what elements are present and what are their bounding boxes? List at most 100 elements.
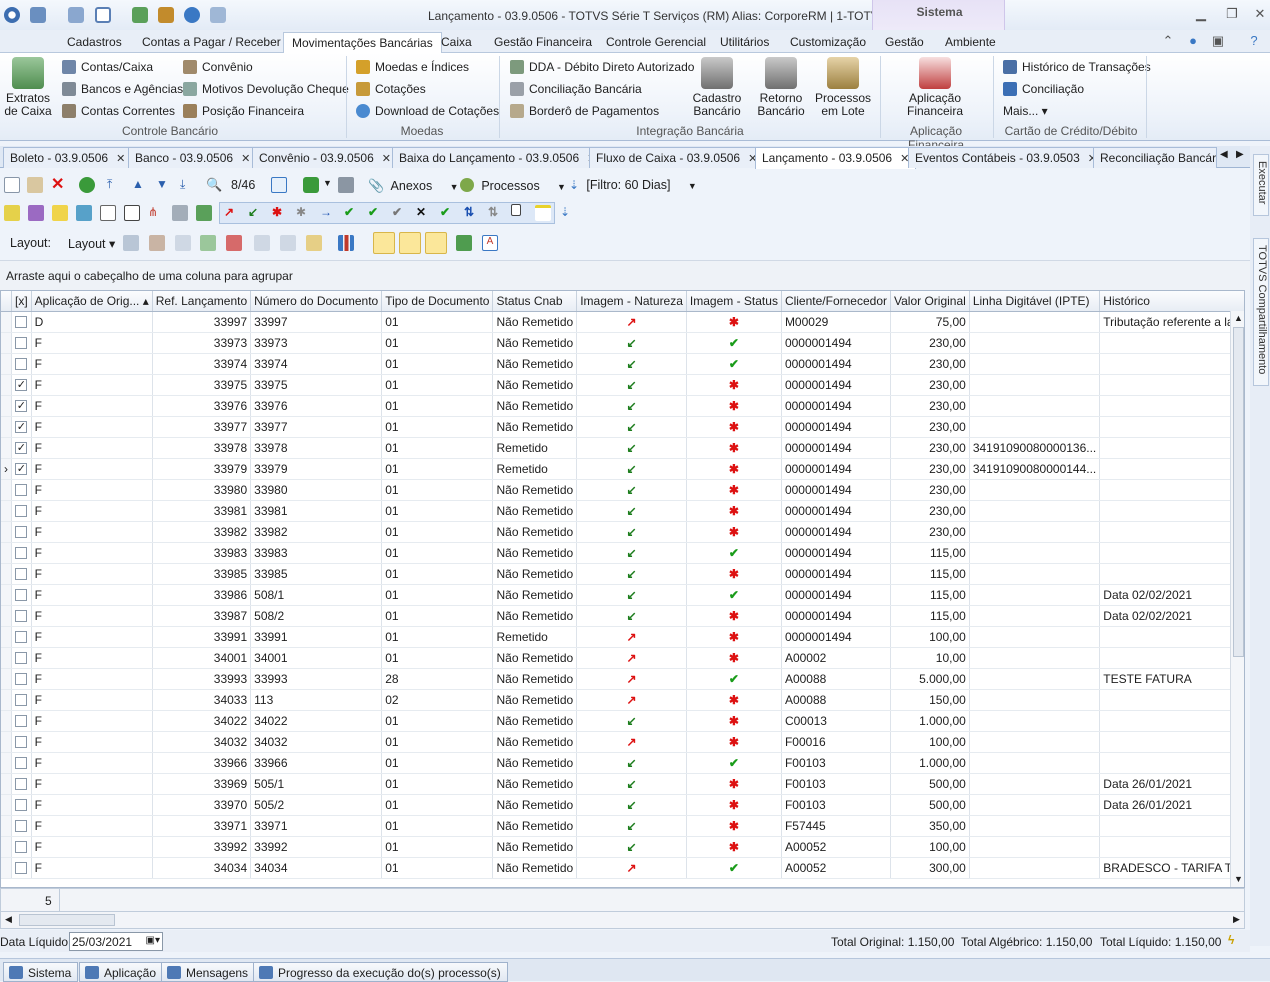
table-cell[interactable]: 115,00	[890, 605, 970, 627]
table-cell[interactable]: 34001	[250, 647, 383, 669]
table-cell[interactable]: 300,00	[890, 857, 970, 879]
table-cell[interactable]: 33982	[250, 521, 383, 543]
table-cell[interactable]: 33991	[152, 626, 252, 648]
contas-correntes-item[interactable]: Contas Correntes	[62, 104, 175, 118]
checkbox[interactable]	[15, 589, 28, 602]
table-cell[interactable]: 33979	[250, 458, 383, 480]
table-cell[interactable]: 230,00	[890, 332, 970, 354]
table-cell[interactable]: 0000001494	[781, 500, 892, 522]
table-cell[interactable]: 505/1	[250, 773, 383, 795]
status-cell[interactable]: ✱	[686, 605, 782, 627]
collapse-ribbon-icon[interactable]: ⌃	[1160, 33, 1176, 49]
blue-updown-icon[interactable]: ⇅	[464, 205, 480, 221]
previous-record-icon[interactable]: ▲	[132, 177, 148, 193]
table-cell[interactable]: Não Remetido	[492, 689, 578, 711]
extratos-caixa-button[interactable]: Extratos de Caixa	[4, 57, 52, 118]
table-cell[interactable]: 0000001494	[781, 584, 892, 606]
table-cell[interactable]	[969, 752, 1101, 774]
status-cell[interactable]: ✱	[686, 689, 782, 711]
status-cell[interactable]: ✱	[686, 710, 782, 732]
export-icon[interactable]	[132, 7, 148, 23]
cotacoes-item[interactable]: Cotações	[356, 82, 426, 96]
column-header[interactable]: Número do Documento	[250, 291, 383, 312]
select-checkbox[interactable]: ✓	[11, 395, 32, 417]
bancos-agencias-item[interactable]: Bancos e Agências	[62, 82, 183, 96]
select-checkbox[interactable]	[11, 815, 32, 837]
tab-gestao[interactable]: Gestão	[877, 32, 932, 53]
table-cell[interactable]	[969, 563, 1101, 585]
table-cell[interactable]: F	[31, 542, 153, 564]
table-cell[interactable]: 115,00	[890, 542, 970, 564]
table-cell[interactable]	[1099, 689, 1244, 711]
tab-contas-pagar-receber[interactable]: Contas a Pagar / Receber	[134, 32, 289, 53]
table-cell[interactable]: F	[31, 773, 153, 795]
refresh-icon[interactable]	[79, 177, 95, 193]
table-row[interactable]: F 34034 34034 01 Não Remetido ↗ ✔ A00052 300,00 B…	[1, 857, 1244, 879]
table-cell[interactable]	[969, 668, 1101, 690]
monitor-icon[interactable]	[68, 7, 84, 23]
select-checkbox[interactable]	[11, 857, 32, 879]
status-cell[interactable]: ✱	[686, 479, 782, 501]
table-cell[interactable]: Não Remetido	[492, 752, 578, 774]
table-cell[interactable]: 33966	[152, 752, 252, 774]
table-cell[interactable]: 01	[381, 479, 494, 501]
table-row[interactable]: D 33997 33997 01 Não Remetido ↗ ✱ M00029 75,00 Tr…	[1, 311, 1244, 333]
table-cell[interactable]	[969, 689, 1101, 711]
horizontal-scrollbar[interactable]: ◀ ▶	[0, 911, 1245, 929]
table-cell[interactable]: Tributação referente a la	[1099, 311, 1244, 333]
natureza-cell[interactable]: ↙	[576, 374, 687, 396]
checkbox[interactable]: ✓	[15, 379, 28, 392]
filter-button[interactable]: ⇣ [Filtro: 60 Dias] ▼	[569, 175, 697, 197]
app-logo-icon[interactable]	[4, 7, 20, 23]
green-printer-icon[interactable]	[196, 205, 212, 221]
checkbox[interactable]	[15, 568, 28, 581]
natureza-cell[interactable]: ↙	[576, 836, 687, 858]
table-cell[interactable]: 34191090080000144...	[969, 458, 1101, 480]
close-icon[interactable]: ✕	[241, 153, 250, 165]
status-cell[interactable]: ✱	[686, 731, 782, 753]
natureza-cell[interactable]: ↙	[576, 752, 687, 774]
payment-icon[interactable]	[124, 205, 140, 221]
natureza-cell[interactable]: ↙	[576, 542, 687, 564]
table-cell[interactable]: 33974	[152, 353, 252, 375]
group-by-area[interactable]: Arraste aqui o cabeçalho de uma coluna p…	[0, 260, 1250, 290]
checkbox[interactable]	[15, 736, 28, 749]
table-cell[interactable]: 33993	[250, 668, 383, 690]
table-cell[interactable]: Não Remetido	[492, 416, 578, 438]
table-cell[interactable]: F	[31, 710, 153, 732]
taskbar-sistema[interactable]: Sistema	[3, 962, 79, 982]
table-cell[interactable]: 0000001494	[781, 374, 892, 396]
doc-tab-lancamento[interactable]: Lançamento - 03.9.0506 ✕	[755, 147, 917, 169]
table-cell[interactable]: Não Remetido	[492, 395, 578, 417]
natureza-cell[interactable]: ↗	[576, 311, 687, 333]
table-cell[interactable]	[1099, 437, 1244, 459]
table-cell[interactable]: 230,00	[890, 416, 970, 438]
table-cell[interactable]: Não Remetido	[492, 710, 578, 732]
checkbox[interactable]	[15, 337, 28, 350]
table-cell[interactable]: 34022	[250, 710, 383, 732]
table-cell[interactable]	[1099, 521, 1244, 543]
table-cell[interactable]: Não Remetido	[492, 353, 578, 375]
table-cell[interactable]: 33973	[152, 332, 252, 354]
checkbox[interactable]	[15, 547, 28, 560]
status-cell[interactable]: ✱	[686, 647, 782, 669]
status-cell[interactable]: ✱	[686, 458, 782, 480]
table-row[interactable]: › ✓ F 33979 33979 01 Remetido ↙ ✱ 0000001494 230,0…	[1, 458, 1244, 480]
checkbox[interactable]	[15, 526, 28, 539]
table-row[interactable]: F 33985 33985 01 Não Remetido ↙ ✱ 0000001494 115…	[1, 563, 1244, 585]
table-cell[interactable]: 34032	[152, 731, 252, 753]
table-cell[interactable]: 100,00	[890, 731, 970, 753]
status-cell[interactable]: ✱	[686, 773, 782, 795]
natureza-cell[interactable]: ↙	[576, 437, 687, 459]
table-cell[interactable]: F	[31, 458, 153, 480]
checkbox[interactable]	[15, 631, 28, 644]
status-cell[interactable]: ✱	[686, 311, 782, 333]
table-row[interactable]: F 33966 33966 01 Não Remetido ↙ ✔ F00103 1.000,0…	[1, 752, 1244, 774]
checkbox[interactable]	[15, 715, 28, 728]
natureza-cell[interactable]: ↙	[576, 416, 687, 438]
table-cell[interactable]	[969, 395, 1101, 417]
conciliacao-cartao-item[interactable]: Conciliação	[1003, 82, 1084, 96]
natureza-cell[interactable]: ↙	[576, 563, 687, 585]
table-row[interactable]: F 34032 34032 01 Não Remetido ↗ ✱ F00016 100,00	[1, 731, 1244, 753]
hscroll-thumb[interactable]	[19, 914, 115, 926]
